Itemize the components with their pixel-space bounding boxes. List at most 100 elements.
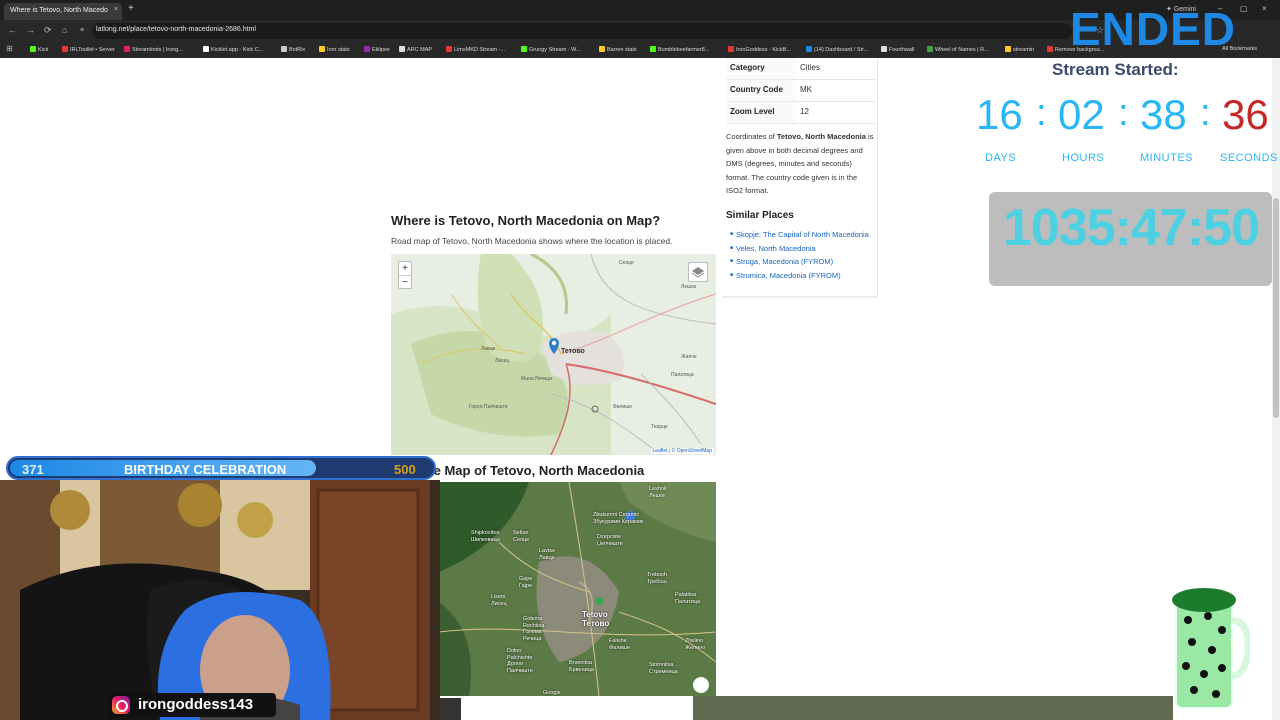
map-attribution[interactable]: Leaflet | © OpenStreetMap: [650, 448, 714, 454]
info-key: Category: [726, 58, 796, 79]
satellite-place-label: Dzepciste Џепчиште: [597, 534, 623, 547]
road-map[interactable]: Селце Лавце Лисец Мала Речица Горно Палчиште…: [391, 254, 716, 455]
bookmark-favicon-icon: [881, 46, 887, 52]
browser-tab[interactable]: Where is Tetovo, North Macedo ×: [4, 3, 122, 20]
bookmark-item[interactable]: IronGoddess - KickB...: [728, 46, 791, 53]
bookmark-favicon-icon: [203, 46, 209, 52]
similar-place-link[interactable]: Struga, Macedonia (FYROM): [730, 255, 876, 269]
map-place-label: Лешок: [681, 284, 697, 290]
scrollbar-thumb[interactable]: [1273, 198, 1279, 418]
reload-icon[interactable]: ⟳: [44, 25, 52, 36]
fullscreen-icon[interactable]: [693, 677, 709, 693]
bookmark-item[interactable]: BotRix: [281, 46, 305, 53]
map-place-label: Мала Речица: [521, 376, 552, 382]
bookmark-item[interactable]: LimsMKD Stream -...: [446, 46, 505, 53]
ended-overlay-text: ENDED: [1070, 3, 1237, 55]
map-place-label: Лисец: [495, 358, 510, 364]
url-text: latlong.net/place/tetovo-north-macedonia…: [96, 26, 256, 33]
map-place-label: Фалише: [613, 404, 633, 410]
bookmark-item[interactable]: Streamloots | Irong...: [124, 46, 183, 53]
place-pin-icon[interactable]: [595, 597, 603, 605]
info-key: Zoom Level: [726, 102, 796, 123]
forward-icon[interactable]: →: [26, 25, 35, 35]
home-icon[interactable]: ⌂: [62, 25, 67, 35]
satellite-place-label: Seltse Селце: [513, 530, 530, 543]
zoom-out-button[interactable]: −: [399, 275, 411, 289]
bookmark-item[interactable]: Eklipse: [364, 46, 390, 53]
countdown-value: 02: [1058, 91, 1105, 138]
info-value: Cities: [796, 58, 825, 79]
coords-place: Tetovo, North Macedonia: [776, 132, 866, 141]
bookmark-item[interactable]: Bumblebeefarmer8...: [650, 46, 709, 53]
similar-place-link[interactable]: Skopje: The Capital of North Macedonia: [730, 228, 876, 242]
bookmark-favicon-icon: [521, 46, 527, 52]
taskbar-search-icon[interactable]: [439, 698, 461, 720]
bookmark-favicon-icon: [446, 46, 452, 52]
countdown-unit-label: MINUTES: [1140, 152, 1193, 164]
apps-icon[interactable]: ⊞: [6, 44, 13, 53]
bookmark-label: Kicklet.app - Kick C...: [211, 47, 264, 53]
bookmark-favicon-icon: [62, 46, 68, 52]
webcam-feed: [0, 480, 440, 720]
satellite-place-label: Tetovo Тетово: [582, 610, 610, 628]
bookmark-label: IronGoddess - KickB...: [736, 47, 792, 53]
satellite-place-label: Shipkovitsa Шипковица: [471, 530, 500, 543]
bookmark-label: Streamloots | Irong...: [132, 47, 183, 53]
window-close-icon[interactable]: ×: [1262, 4, 1267, 13]
bookmark-label: Iron stats: [327, 47, 350, 53]
instagram-handle-bar: irongoddess143: [108, 693, 276, 717]
countdown-separator: :: [1200, 92, 1211, 134]
goal-target: 500: [394, 462, 416, 477]
bookmark-item[interactable]: Barren stats: [599, 46, 637, 53]
bookmark-favicon-icon: [806, 46, 812, 52]
bookmark-item[interactable]: IRLToolkit • Server: [62, 46, 115, 53]
site-info-icon[interactable]: ≡: [80, 27, 84, 34]
bookmark-label: Wheel of Names | R...: [935, 47, 989, 53]
map-place-label: Палатица: [671, 372, 694, 378]
satellite-map[interactable]: Leshok Лешок Zbukurimi Ceramic Збукурими …: [439, 482, 716, 696]
bookmark-label: Grungy Stream - W...: [529, 47, 581, 53]
bookmark-item[interactable]: Wheel of Names | R...: [927, 46, 989, 53]
map-place-label: Горно Палчиште: [469, 404, 508, 410]
bookmark-item[interactable]: streamin: [1005, 46, 1034, 53]
bookmark-label: (14) Dashboard / Str...: [814, 47, 869, 53]
bookmark-item[interactable]: Kick: [30, 46, 48, 53]
layers-icon: [691, 267, 705, 278]
countdown-value: 36: [1222, 91, 1269, 138]
url-field[interactable]: latlong.net/place/tetovo-north-macedonia…: [92, 23, 1072, 39]
satellite-place-label: Zbukurimi Ceramic Збукурими Керамик: [593, 512, 644, 525]
taskbar-blank: [461, 696, 693, 720]
back-icon[interactable]: ←: [8, 25, 17, 35]
map-city-label: Тетово: [561, 348, 585, 355]
bookmark-label: BotRix: [289, 47, 306, 53]
instagram-icon: [112, 696, 130, 714]
bookmark-item[interactable]: Grungy Stream - W...: [521, 46, 581, 53]
bookmark-item[interactable]: Fourthwall: [881, 46, 914, 53]
bookmark-item[interactable]: (14) Dashboard / Str...: [806, 46, 868, 53]
countdown-separator: :: [1036, 92, 1047, 134]
satellite-place-label: Leshok Лешок: [649, 486, 667, 499]
bookmark-favicon-icon: [124, 46, 130, 52]
stream-started-label: Stream Started:: [1052, 60, 1179, 79]
similar-place-link[interactable]: Strumica, Macedonia (FYROM): [730, 269, 876, 283]
webcam-scene: [0, 480, 440, 720]
bookmark-item[interactable]: Kicklet.app - Kick C...: [203, 46, 263, 53]
new-tab-icon[interactable]: +: [128, 3, 134, 14]
similar-place-link[interactable]: Veles, North Macedonia: [730, 242, 876, 256]
coords-prefix: Coordinates of: [726, 132, 777, 141]
bookmark-label: LimsMKD Stream -...: [454, 47, 506, 53]
bookmark-label: streamin: [1013, 47, 1035, 53]
info-table: Category Cities Country Code MK Zoom Level 12: [726, 58, 876, 124]
similar-places-heading: Similar Places: [726, 210, 794, 221]
satellite-place-label: Zhelino Желино: [685, 638, 706, 651]
maximize-icon[interactable]: ▢: [1240, 4, 1248, 13]
bookmark-item[interactable]: ARC MAP: [399, 46, 432, 53]
bookmark-favicon-icon: [650, 46, 656, 52]
layers-button[interactable]: [688, 262, 708, 282]
satellite-place-label: Palatitsa Палатица: [675, 592, 700, 605]
stream-timer: 1035:47:50: [1003, 199, 1260, 257]
tab-close-icon[interactable]: ×: [114, 6, 118, 13]
zoom-in-button[interactable]: +: [399, 262, 411, 275]
satellite-place-label: Falishe Фалише: [609, 638, 630, 651]
bookmark-item[interactable]: Iron stats: [319, 46, 350, 53]
